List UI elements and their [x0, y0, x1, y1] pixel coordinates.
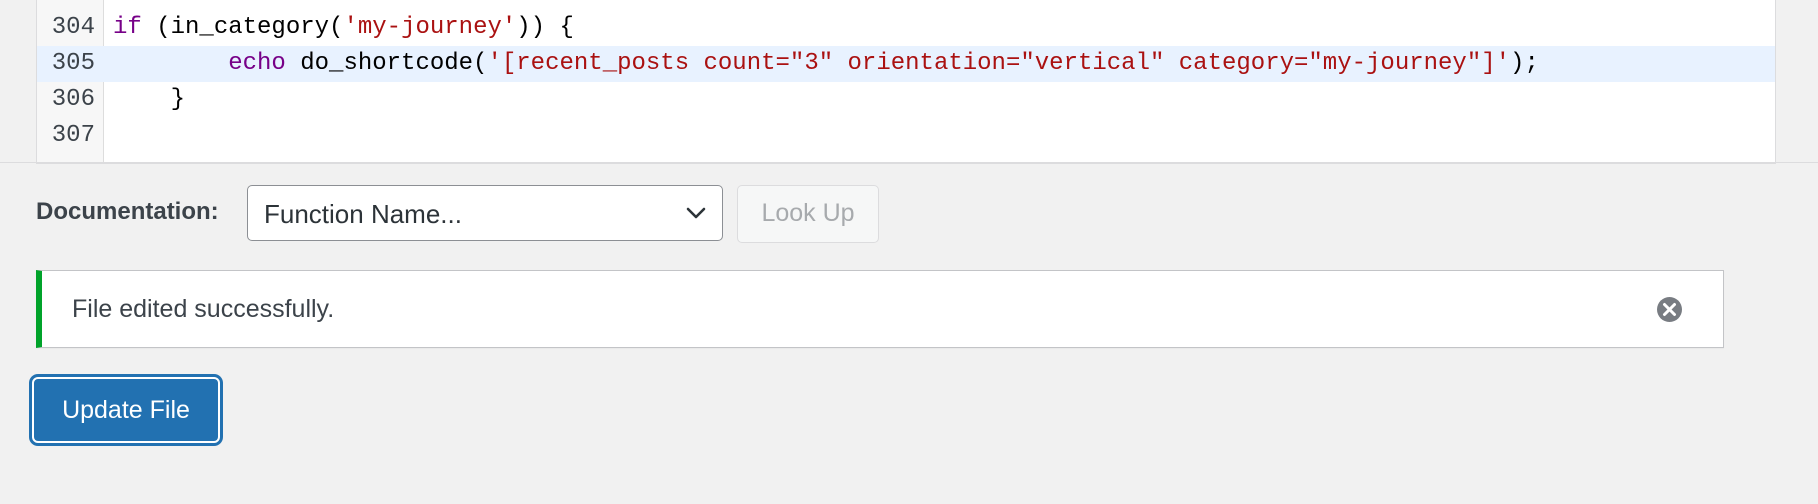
code-token: ); [1510, 50, 1539, 77]
code-token: )) { [516, 14, 574, 41]
line-number: 305 [51, 50, 95, 77]
line-number: 306 [51, 86, 95, 113]
look-up-button[interactable]: Look Up [737, 185, 879, 243]
file-editor-page: 304 if (in_category('my-journey')) { 305… [0, 0, 1818, 504]
code-line-306[interactable]: 306 } [37, 82, 1775, 118]
code-token: do_shortcode( [285, 50, 488, 77]
code-line-307[interactable]: 307 [37, 118, 1775, 154]
code-token: echo [228, 50, 286, 77]
code-token: 'my-journey' [343, 14, 517, 41]
dismiss-icon[interactable] [1656, 296, 1683, 323]
line-number: 304 [51, 14, 95, 41]
chevron-down-icon [686, 207, 706, 219]
code-token: '[recent_posts count="3" orientation="ve… [487, 50, 1511, 77]
function-name-select[interactable]: Function Name... [247, 185, 723, 241]
success-notice: File edited successfully. [36, 270, 1724, 348]
select-value: Function Name... [264, 199, 462, 229]
code-editor[interactable]: 304 if (in_category('my-journey')) { 305… [36, 0, 1776, 164]
code-line-304[interactable]: 304 if (in_category('my-journey')) { [37, 10, 1775, 46]
code-token: (in_category( [141, 14, 344, 41]
code-text: echo do_shortcode('[recent_posts count="… [113, 46, 1539, 82]
code-text: if (in_category('my-journey')) { [113, 10, 574, 46]
update-file-button[interactable]: Update File [32, 377, 220, 443]
notice-message: File edited successfully. [72, 295, 335, 323]
documentation-label: Documentation: [36, 198, 219, 225]
line-number: 307 [51, 122, 95, 149]
code-token: } [113, 86, 186, 113]
divider [0, 162, 1818, 163]
code-text: } [113, 82, 185, 118]
code-line-305[interactable]: 305 echo do_shortcode('[recent_posts cou… [37, 46, 1775, 82]
code-token: if [113, 14, 142, 41]
